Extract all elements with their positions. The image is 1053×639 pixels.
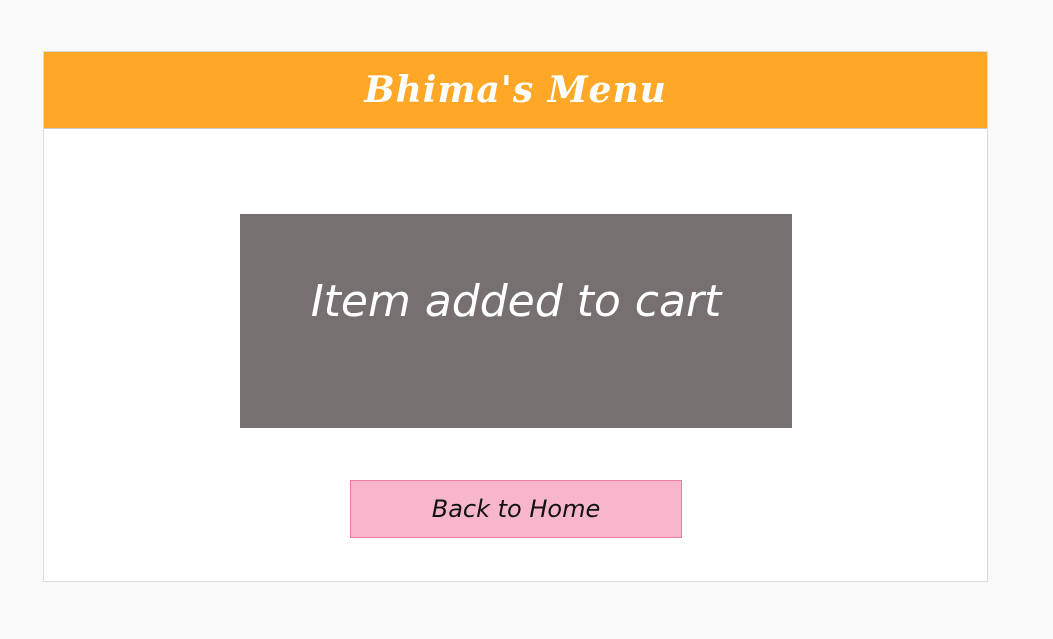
confirmation-panel: Item added to cart xyxy=(240,214,792,428)
confirmation-message: Item added to cart xyxy=(310,275,722,327)
back-to-home-label: Back to Home xyxy=(431,495,601,523)
app-frame: Bhima's Menu Item added to cart Back to … xyxy=(43,51,988,582)
app-header: Bhima's Menu xyxy=(44,52,987,129)
app-title: Bhima's Menu xyxy=(364,69,667,111)
back-to-home-button[interactable]: Back to Home xyxy=(350,480,682,538)
